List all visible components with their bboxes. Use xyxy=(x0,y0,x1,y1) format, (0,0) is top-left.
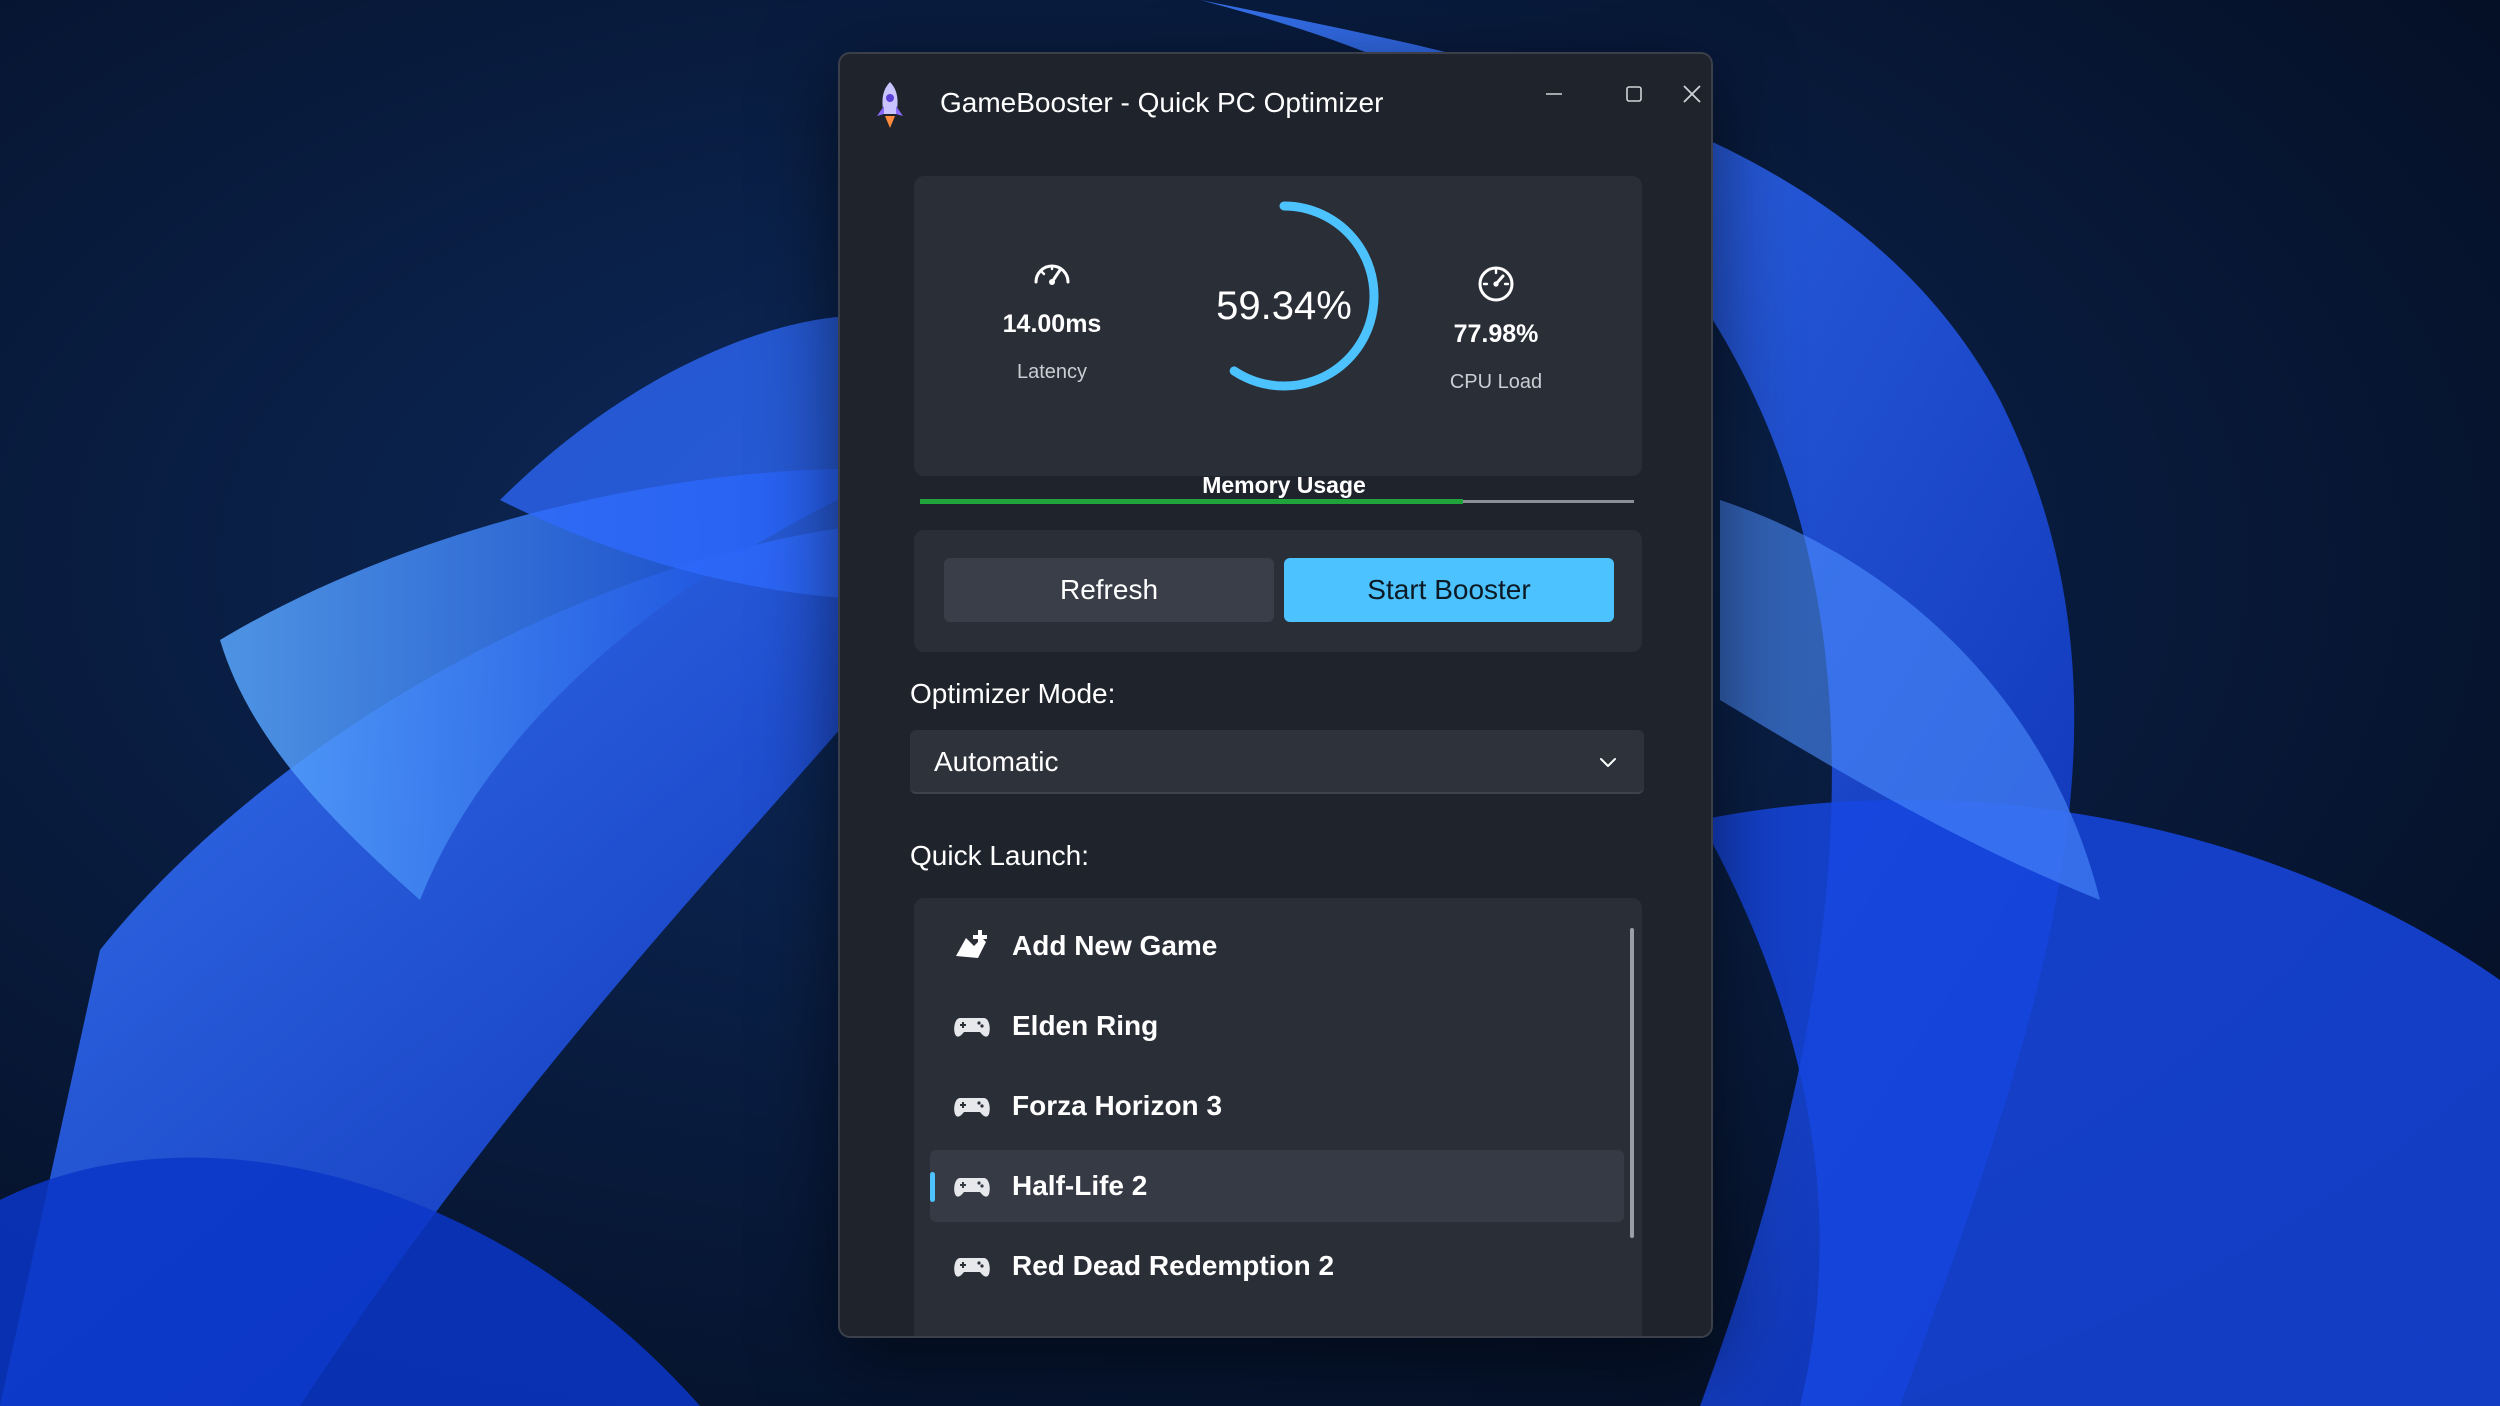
close-button[interactable] xyxy=(1674,64,1710,124)
list-item-label: Elden Ring xyxy=(1012,1010,1159,1041)
cpu-load-label: CPU Load xyxy=(1449,371,1543,393)
chevron-down-icon xyxy=(1600,758,1616,767)
gamepad-icon xyxy=(954,1258,990,1277)
list-item-label: Half-Life 2 xyxy=(1012,1170,1148,1201)
selection-indicator xyxy=(930,1172,935,1202)
list-item-label: Add New Game xyxy=(1012,930,1218,961)
boost-progress-fill xyxy=(920,499,1463,504)
latency-label: Latency xyxy=(1016,361,1088,383)
minimize-button[interactable] xyxy=(1514,64,1594,124)
refresh-button[interactable]: Refresh xyxy=(944,558,1274,622)
gauge-icon xyxy=(1478,266,1514,302)
cpu-stat: 77.98% CPU Load xyxy=(1416,262,1576,394)
gamepad-icon xyxy=(954,1178,990,1197)
cpu-load-value: 77.98% xyxy=(1453,320,1539,348)
maximize-icon xyxy=(1626,86,1642,102)
quick-launch-list[interactable]: Add New Game Elden Ring Forza Horizon 3 xyxy=(914,898,1642,1336)
minimize-icon xyxy=(1546,93,1562,95)
window-title: GameBooster - Quick PC Optimizer xyxy=(940,87,1384,118)
latency-value: 14.00ms xyxy=(1002,310,1102,338)
optimizer-mode-dropdown[interactable]: Automatic xyxy=(910,730,1644,794)
list-item-half-life-2[interactable]: Half-Life 2 xyxy=(930,1150,1624,1222)
close-icon xyxy=(1683,85,1701,103)
optimizer-mode-label: Optimizer Mode: xyxy=(910,678,1116,709)
start-booster-button[interactable]: Start Booster xyxy=(1284,558,1614,622)
optimizer-mode-value: Automatic xyxy=(934,746,1059,777)
boost-progress-bar xyxy=(920,499,1634,504)
action-panel: Refresh Start Booster xyxy=(914,530,1642,652)
list-scrollbar[interactable] xyxy=(1630,928,1634,1238)
add-game-icon xyxy=(956,930,987,958)
memory-usage-label: Memory Usage xyxy=(1202,472,1366,498)
list-item-forza-horizon-3[interactable]: Forza Horizon 3 xyxy=(930,1070,1624,1142)
memory-usage-value: 59.34% xyxy=(1216,284,1352,328)
latency-stat: 14.00ms Latency xyxy=(972,252,1132,384)
maximize-button[interactable] xyxy=(1594,64,1674,124)
list-item-red-dead-redemption-2[interactable]: Red Dead Redemption 2 xyxy=(930,1230,1624,1302)
rocket-icon xyxy=(877,82,903,128)
list-item-label: Red Dead Redemption 2 xyxy=(1012,1250,1335,1281)
list-item-elden-ring[interactable]: Elden Ring xyxy=(930,990,1624,1062)
list-item-label: Forza Horizon 3 xyxy=(1012,1090,1223,1121)
list-item-add-new-game[interactable]: Add New Game xyxy=(930,910,1624,982)
app-window: GameBooster - Quick PC Optimizer 14.00ms… xyxy=(838,52,1713,1338)
quick-launch-label: Quick Launch: xyxy=(910,840,1089,871)
speedometer-icon xyxy=(1034,264,1070,285)
gamepad-icon xyxy=(954,1098,990,1117)
title-bar[interactable]: GameBooster - Quick PC Optimizer xyxy=(840,54,1711,154)
gamepad-icon xyxy=(954,1018,990,1037)
stats-panel: 14.00ms Latency 59.34% Memory Usage 77.9… xyxy=(914,176,1642,498)
